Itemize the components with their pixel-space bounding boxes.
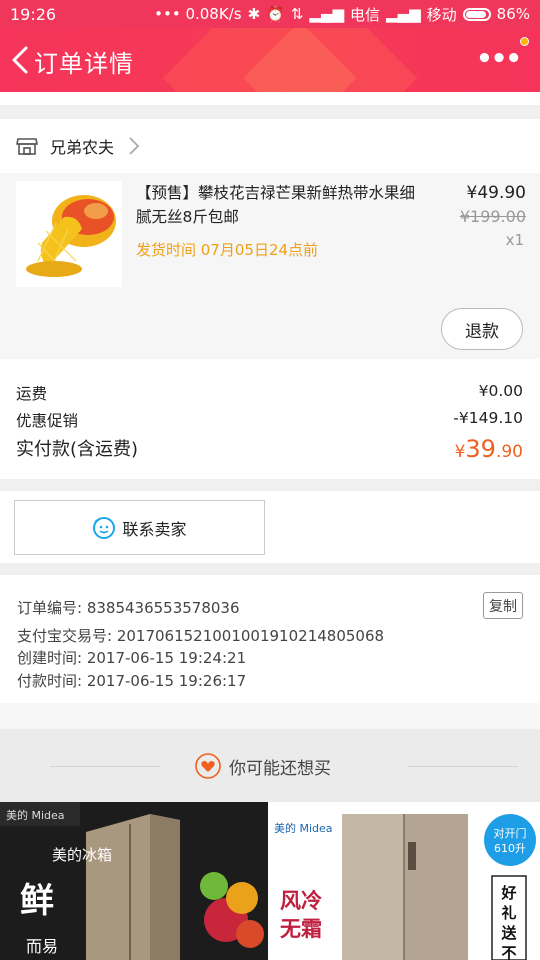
- contact-section: 联系卖家: [0, 491, 540, 563]
- total-value: ¥39.90: [454, 435, 523, 463]
- total-label: 实付款(含运费): [16, 439, 139, 460]
- heart-icon: [195, 753, 221, 779]
- divider-left: [50, 766, 160, 767]
- product-item[interactable]: 【预售】攀枝花吉禄芒果新鲜热带水果细腻无丝8斤包邮 发货时间 07月05日24点…: [0, 173, 540, 359]
- carrier-mobile: 移动: [426, 5, 457, 24]
- network-speed: ••• 0.08K/s: [154, 5, 242, 23]
- svg-text:好: 好: [500, 884, 516, 902]
- svg-text:无霜: 无霜: [280, 917, 322, 941]
- original-price: ¥199.00: [459, 207, 526, 226]
- order-number: 订单编号: 8385436553578036: [17, 599, 240, 617]
- contact-seller-button[interactable]: 联系卖家: [14, 500, 265, 555]
- recommend-card[interactable]: 美的 Midea 对开门 610升 风冷 无霜 好 礼 送 不: [270, 802, 540, 960]
- store-row[interactable]: 兄弟农夫: [0, 119, 540, 173]
- signal-icon: ▂▄▆: [309, 5, 345, 23]
- signal-icon-2: ▂▄▆: [386, 5, 421, 23]
- product-image[interactable]: [16, 181, 122, 287]
- product-price: ¥49.90: [466, 183, 526, 203]
- more-icon[interactable]: •••: [476, 44, 522, 74]
- notification-dot: [520, 37, 529, 46]
- store-name: 兄弟农夫: [50, 138, 115, 157]
- contact-seller-label: 联系卖家: [122, 519, 187, 539]
- order-info: 订单编号: 8385436553578036 复制 支付宝交易号: 201706…: [0, 575, 540, 703]
- data-arrows-icon: ⇅: [290, 5, 304, 23]
- store-icon: [16, 138, 38, 155]
- created-time: 创建时间: 2017-06-15 19:24:21: [17, 649, 247, 667]
- product-title: 【预售】攀枝花吉禄芒果新鲜热带水果细腻无丝8斤包邮: [136, 184, 416, 226]
- svg-text:美的 Midea: 美的 Midea: [6, 808, 65, 822]
- discount-row: 优惠促销 -¥149.10: [16, 409, 523, 431]
- fridge-ad-image-2: 美的 Midea 对开门 610升 风冷 无霜 好 礼 送 不: [270, 802, 540, 960]
- divider-right: [408, 766, 518, 767]
- nav-bar: 订单详情 •••: [0, 28, 540, 92]
- recommend-title: 你可能还想买: [229, 758, 331, 779]
- fee-summary: 运费 ¥0.00 优惠促销 -¥149.10 实付款(含运费) ¥39.90: [0, 359, 540, 479]
- mango-icon: [26, 195, 116, 277]
- carrier-telecom: 电信: [350, 5, 381, 24]
- top-strip: [0, 92, 540, 105]
- ship-time: 发货时间 07月05日24点前: [136, 241, 319, 259]
- discount-value: -¥149.10: [453, 409, 523, 427]
- svg-text:美的冰箱: 美的冰箱: [52, 846, 112, 864]
- paid-time: 付款时间: 2017-06-15 19:26:17: [17, 672, 247, 690]
- bluetooth-icon: ✱: [247, 5, 261, 23]
- recommend-header: 你可能还想买: [0, 729, 540, 802]
- refund-button[interactable]: 退款: [441, 308, 523, 350]
- svg-text:风冷: 风冷: [280, 889, 322, 913]
- recommend-grid: 美的 Midea 美的冰箱 鲜 而易 美的 Midea 对开门 610升 风冷: [0, 802, 540, 960]
- product-quantity: x1: [505, 231, 524, 249]
- svg-text:不: 不: [501, 944, 516, 960]
- svg-text:鲜: 鲜: [20, 881, 54, 921]
- status-time: 19:26: [10, 4, 57, 24]
- svg-text:送: 送: [500, 924, 517, 942]
- alarm-icon: ⏰: [266, 5, 285, 23]
- battery-icon: [462, 7, 491, 21]
- copy-button[interactable]: 复制: [483, 592, 523, 619]
- svg-text:对开门: 对开门: [494, 826, 527, 840]
- shipping-row: 运费 ¥0.00: [16, 382, 523, 404]
- shipping-value: ¥0.00: [478, 382, 523, 400]
- recommend-title-wrap: 你可能还想买: [195, 753, 331, 779]
- svg-text:美的 Midea: 美的 Midea: [274, 821, 333, 835]
- svg-text:礼: 礼: [501, 904, 516, 922]
- total-row: 实付款(含运费) ¥39.90: [16, 435, 523, 463]
- spacer: [0, 703, 540, 729]
- back-icon[interactable]: [8, 42, 36, 78]
- alipay-number: 支付宝交易号: 2017061521001001910214805068: [17, 627, 385, 645]
- status-bar: 19:26 ••• 0.08K/s ✱ ⏰ ⇅ ▂▄▆ 电信 ▂▄▆ 移动 86…: [0, 0, 540, 28]
- svg-text:610升: 610升: [494, 842, 526, 855]
- svg-text:而易: 而易: [26, 937, 58, 956]
- discount-label: 优惠促销: [16, 412, 79, 430]
- fridge-ad-image: 美的 Midea 美的冰箱 鲜 而易: [0, 802, 268, 960]
- recommend-card[interactable]: 美的 Midea 美的冰箱 鲜 而易: [0, 802, 268, 960]
- chevron-right-icon: [129, 137, 140, 155]
- page-title: 订单详情: [34, 50, 134, 78]
- shipping-label: 运费: [16, 385, 48, 403]
- chat-face-icon: [93, 516, 116, 539]
- battery-level: 86%: [496, 5, 530, 23]
- status-indicators: ••• 0.08K/s ✱ ⏰ ⇅ ▂▄▆ 电信 ▂▄▆ 移动 86%: [154, 4, 530, 25]
